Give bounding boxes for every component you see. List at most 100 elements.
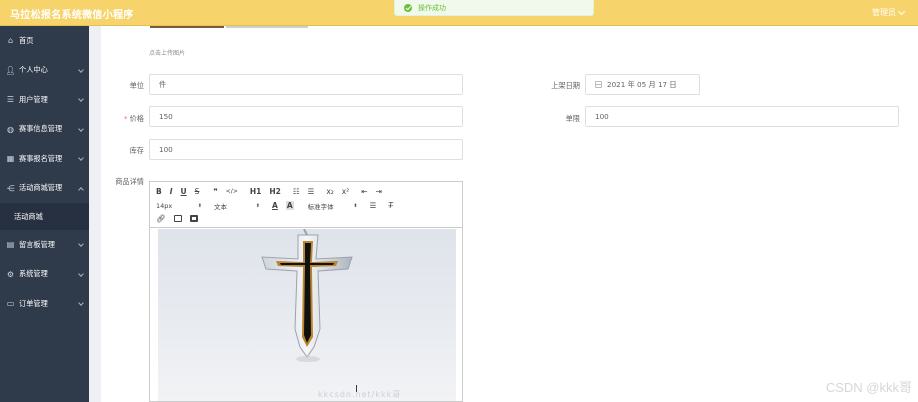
sidebar-item-label: 系统管理	[19, 269, 48, 279]
globe-icon: ◍	[7, 124, 14, 134]
sidebar-item-label: 用户管理	[19, 94, 48, 104]
subscript-button[interactable]: x₂	[326, 187, 333, 196]
clear-format-icon[interactable]: T̶	[388, 201, 393, 210]
stock-value: 100	[159, 145, 173, 154]
code-block-button[interactable]: </>	[226, 188, 238, 195]
editor-content-image[interactable]	[158, 229, 456, 401]
price-label-text: 价格	[129, 114, 144, 123]
font-size-select[interactable]: 14px ⬍	[156, 202, 202, 210]
sidebar-item-profile[interactable]: 👤︎ 个人中心	[0, 56, 89, 86]
unit-label: 单位	[129, 81, 144, 90]
toast-message: 操作成功	[418, 3, 446, 12]
sidebar-item-events[interactable]: ◍ 赛事信息管理	[0, 115, 89, 145]
sidebar-item-label: 首页	[19, 35, 34, 45]
share-icon: ⋲	[6, 183, 15, 193]
sidebar-item-label: 活动商城管理	[19, 183, 63, 193]
sidebar-item-home[interactable]: ⌂ 首页	[0, 26, 89, 56]
shelf-date-value: 2021 年 05 月 17 日	[607, 79, 677, 89]
cross-pendant-image	[261, 229, 353, 362]
shelf-date-label: 上架日期	[551, 81, 580, 90]
users-icon: ☰	[6, 95, 15, 105]
admin-menu[interactable]: 管理员	[872, 7, 906, 18]
sidebar-item-messages[interactable]: ▤ 留言板管理	[0, 230, 89, 260]
chevron-down-icon	[78, 300, 84, 306]
video-icon[interactable]	[189, 215, 198, 222]
limit-input[interactable]: 100	[585, 106, 899, 127]
chevron-down-icon	[78, 125, 84, 132]
chevron-down-icon	[78, 241, 84, 247]
chevron-down-icon	[78, 270, 84, 277]
link-icon[interactable]: 🔗︎	[156, 214, 166, 223]
h2-button[interactable]: H2	[269, 187, 281, 196]
shelf-date-picker[interactable]: 2021 年 05 月 17 日	[585, 74, 700, 95]
italic-button[interactable]: I	[170, 187, 173, 196]
gear-icon: ⚙	[6, 269, 15, 279]
required-asterisk: *	[124, 114, 128, 123]
monitor-icon: ▭	[6, 299, 15, 309]
details-label: 商品详情	[115, 177, 144, 186]
h1-button[interactable]: H1	[250, 187, 262, 196]
check-circle-icon	[404, 3, 412, 12]
sidebar: ⌂ 首页 👤︎ 个人中心 ☰ 用户管理 ◍ 赛事信息管理 ▦ 赛事报名管理 ⋲ …	[0, 26, 89, 402]
unit-value: 件	[159, 79, 167, 89]
sidebar-subitem-mall[interactable]: 活动商城	[0, 203, 89, 230]
price-value: 150	[159, 112, 173, 121]
price-label: * 价格	[100, 114, 144, 124]
user-icon: 👤︎	[5, 65, 16, 75]
align-icon[interactable]: ☰	[370, 201, 377, 210]
sidebar-item-registration[interactable]: ▦ 赛事报名管理	[0, 144, 89, 174]
font-family-select[interactable]: 标准字体 ⬍	[308, 201, 358, 211]
sidebar-item-users[interactable]: ☰ 用户管理	[0, 85, 89, 115]
chevron-down-icon	[78, 155, 84, 161]
calendar-icon	[595, 81, 602, 88]
font-color-icon[interactable]: A	[272, 201, 278, 210]
up-down-icon: ⬍	[353, 202, 358, 209]
chevron-down-icon	[78, 66, 84, 73]
outdent-icon[interactable]: ⇤	[361, 187, 367, 196]
image-icon[interactable]	[173, 215, 182, 222]
superscript-button[interactable]: x²	[342, 187, 349, 196]
admin-name: 管理员	[872, 8, 896, 17]
unit-input[interactable]: 件	[149, 74, 463, 95]
sidebar-item-label: 个人中心	[19, 65, 48, 75]
csdn-watermark: CSDN @kkk哥	[825, 380, 912, 395]
home-icon: ⌂	[7, 36, 14, 46]
indent-icon[interactable]: ⇥	[376, 187, 382, 196]
font-family-value: 标准字体	[307, 202, 334, 211]
sidebar-item-label: 留言板管理	[19, 239, 55, 249]
watermark-overlay: kkcsdn.net/kkk哥	[318, 390, 402, 399]
limit-value: 100	[595, 112, 609, 121]
calendar-icon: ▦	[6, 154, 15, 164]
sidebar-item-label: 赛事信息管理	[19, 124, 63, 134]
background-color-icon[interactable]: A	[285, 201, 294, 210]
font-size-value: 14px	[156, 201, 173, 210]
ordered-list-icon[interactable]: ☷	[293, 187, 300, 196]
text-format-value: 文本	[214, 202, 227, 211]
underline-button[interactable]: U	[181, 187, 187, 196]
app-title: 马拉松报名系统微信小程序	[10, 10, 134, 21]
up-down-icon: ⬍	[197, 202, 202, 209]
bold-button[interactable]: B	[156, 187, 162, 196]
chevron-up-icon	[78, 186, 84, 193]
sidebar-item-label: 赛事报名管理	[19, 153, 63, 163]
sidebar-item-orders[interactable]: ▭ 订单管理	[0, 289, 89, 319]
chevron-down-icon	[897, 7, 906, 16]
rich-text-editor[interactable]: B I U S ❞ </> H1 H2 ☷ ☰ x₂ x² ⇤ ⇥ 14px ⬍ …	[149, 181, 463, 402]
editor-toolbar: B I U S ❞ </> H1 H2 ☷ ☰ x₂ x² ⇤ ⇥ 14px ⬍ …	[150, 182, 462, 228]
uploaded-image-thumb[interactable]	[150, 26, 224, 28]
message-icon: ▤	[6, 240, 15, 250]
text-format-select[interactable]: 文本 ⬍	[214, 201, 260, 211]
sidebar-subitem-label: 活动商城	[14, 211, 43, 221]
limit-label: 单限	[565, 114, 580, 123]
sidebar-item-label: 订单管理	[19, 298, 48, 308]
bullet-list-icon[interactable]: ☰	[308, 187, 315, 196]
chevron-down-icon	[78, 96, 84, 102]
blockquote-button[interactable]: ❞	[213, 187, 217, 196]
sidebar-item-mall[interactable]: ⋲ 活动商城管理	[0, 174, 89, 204]
upload-area[interactable]	[226, 26, 308, 28]
sidebar-item-system[interactable]: ⚙ 系统管理	[0, 260, 89, 290]
stock-input[interactable]: 100	[149, 139, 463, 160]
price-input[interactable]: 150	[149, 106, 463, 127]
upload-tip: 点击上传图片	[149, 50, 186, 57]
strike-button[interactable]: S	[195, 187, 200, 196]
